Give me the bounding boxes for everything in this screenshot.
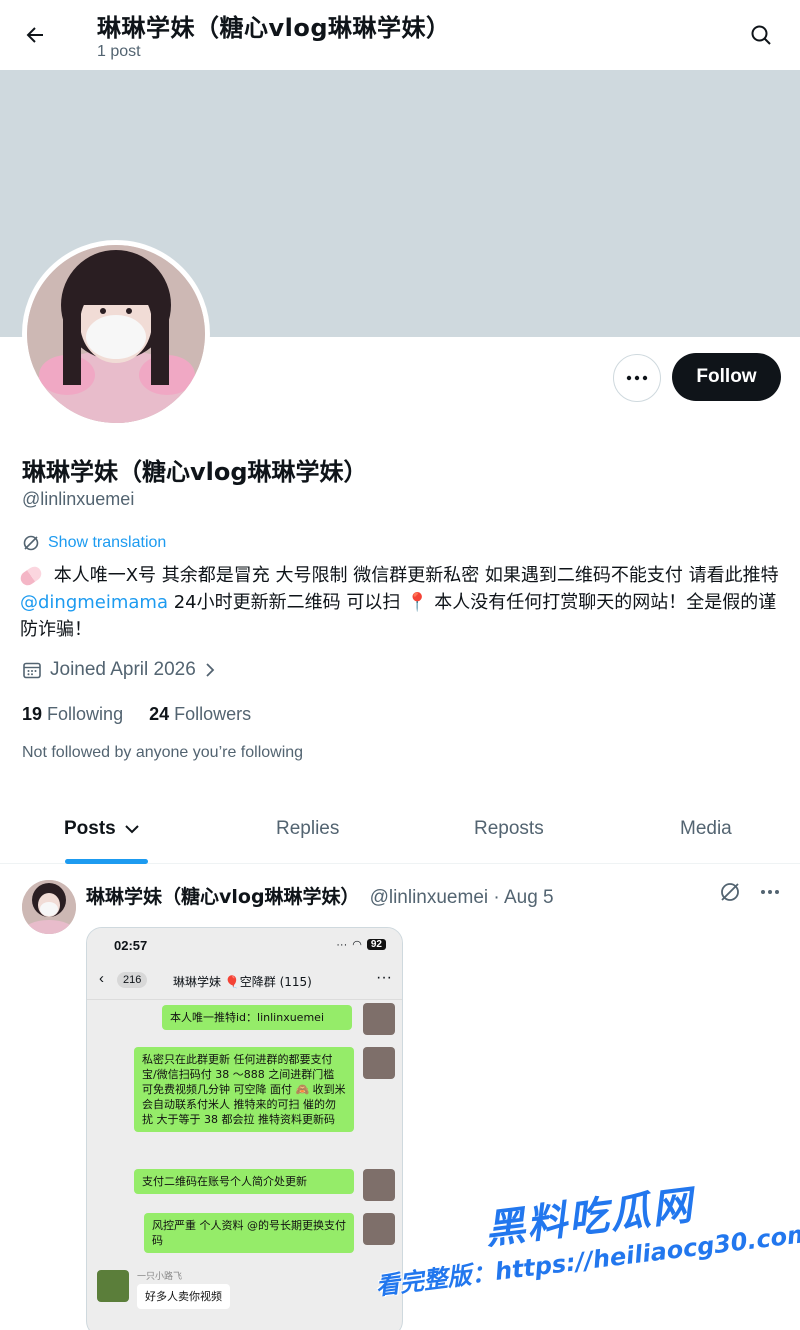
chevron-left-icon: ‹ — [99, 970, 104, 987]
tab-replies[interactable]: Replies — [276, 818, 339, 840]
search-icon — [751, 25, 771, 45]
back-button[interactable] — [18, 18, 52, 52]
profile-tabs: Posts Replies Reposts Media — [0, 800, 800, 864]
follow-button[interactable]: Follow — [672, 353, 781, 401]
more-horizontal-icon: ··· — [376, 969, 392, 986]
chat-title: 琳琳学妹 🎈空降群 (115) — [173, 975, 312, 989]
tab-reposts[interactable]: Reposts — [474, 818, 544, 840]
profile-display-name: 琳琳学妹（糖心vlog琳琳学妹） — [22, 458, 368, 486]
post-actions — [718, 880, 780, 904]
pin-icon: 📍 — [406, 592, 429, 613]
more-horizontal-icon — [626, 375, 648, 381]
show-translation-link[interactable]: Show translation — [22, 534, 166, 552]
profile-bio: 本人唯一X号 其余都是冒充 大号限制 微信群更新私密 如果遇到二维码不能支付 请… — [17, 562, 780, 643]
calendar-icon — [23, 662, 41, 679]
post-count: 1 post — [97, 43, 141, 60]
translate-icon — [23, 535, 39, 551]
phone-status-bar: 02:57 ··· ◠ 92 — [87, 928, 402, 964]
tab-posts[interactable]: Posts — [64, 818, 140, 840]
chat-nav: ‹ 216 琳琳学妹 🎈空降群 (115) ··· — [87, 964, 402, 1000]
chat-avatar — [363, 1169, 395, 1201]
post-image[interactable]: 02:57 ··· ◠ 92 ‹ 216 琳琳学妹 🎈空降群 (115) ···… — [86, 927, 403, 1330]
joined-label: Joined April 2026 — [50, 659, 196, 680]
profile-handle: @linlinxuemei — [22, 489, 135, 509]
unread-badge: 216 — [117, 972, 148, 988]
post-author-name[interactable]: 琳琳学妹（糖心vlog琳琳学妹） — [86, 882, 360, 909]
chat-avatar — [363, 1003, 395, 1035]
tab-media[interactable]: Media — [680, 818, 732, 840]
search-button[interactable] — [744, 18, 778, 52]
battery-icon: 92 — [366, 939, 386, 950]
chevron-down-icon — [125, 825, 139, 834]
wifi-icon: ◠ — [352, 939, 362, 951]
grok-icon[interactable] — [718, 880, 742, 904]
bio-text-2: 24小时更新新二维码 可以扫 — [168, 592, 407, 613]
post-avatar[interactable] — [22, 880, 76, 934]
chevron-right-icon — [206, 663, 215, 677]
chat-avatar — [97, 1270, 129, 1302]
pill-icon — [17, 563, 45, 589]
post-meta[interactable]: @linlinxuemei · Aug 5 — [370, 887, 554, 909]
profile-avatar[interactable] — [22, 240, 210, 428]
joined-date[interactable]: Joined April 2026 — [22, 659, 216, 681]
bio-mention-link[interactable]: @dingmeimama — [20, 592, 168, 613]
active-tab-indicator — [65, 859, 148, 864]
chat-message: 支付二维码在账号个人简介处更新 — [134, 1169, 354, 1194]
more-options-button[interactable] — [613, 354, 661, 402]
more-horizontal-icon[interactable] — [760, 889, 780, 895]
following-link[interactable]: 19 Following — [22, 704, 123, 725]
chat-message: 私密只在此群更新 任何进群的都要支付宝/微信扫码付 38 ～888 之间进群门槛… — [134, 1047, 354, 1132]
chat-sender: 一只小路飞 — [137, 1272, 183, 1282]
chat-avatar — [363, 1047, 395, 1079]
bio-text-1: 本人唯一X号 其余都是冒充 大号限制 微信群更新私密 如果遇到二维码不能支付 请… — [48, 565, 779, 586]
not-followed-note: Not followed by anyone you’re following — [22, 744, 304, 761]
chat-message: 好多人卖你视频 — [137, 1284, 230, 1309]
phone-time: 02:57 — [114, 938, 148, 953]
header-title: 琳琳学妹（糖心vlog琳琳学妹） — [97, 14, 451, 42]
signal-icon: ··· — [336, 938, 348, 951]
post-header: 琳琳学妹（糖心vlog琳琳学妹） @linlinxuemei · Aug 5 — [86, 882, 554, 909]
chat-message: 风控严重 个人资料 @的号长期更换支付码 — [144, 1213, 354, 1253]
chat-avatar — [363, 1213, 395, 1245]
chat-message: 本人唯一推特id：linlinxuemei — [162, 1005, 352, 1030]
arrow-left-icon — [26, 27, 43, 43]
show-translation-label: Show translation — [48, 534, 167, 551]
follow-stats: 19 Following 24 Followers — [22, 704, 251, 725]
top-bar: 琳琳学妹（糖心vlog琳琳学妹） 1 post — [0, 0, 800, 70]
followers-link[interactable]: 24 Followers — [149, 704, 251, 725]
